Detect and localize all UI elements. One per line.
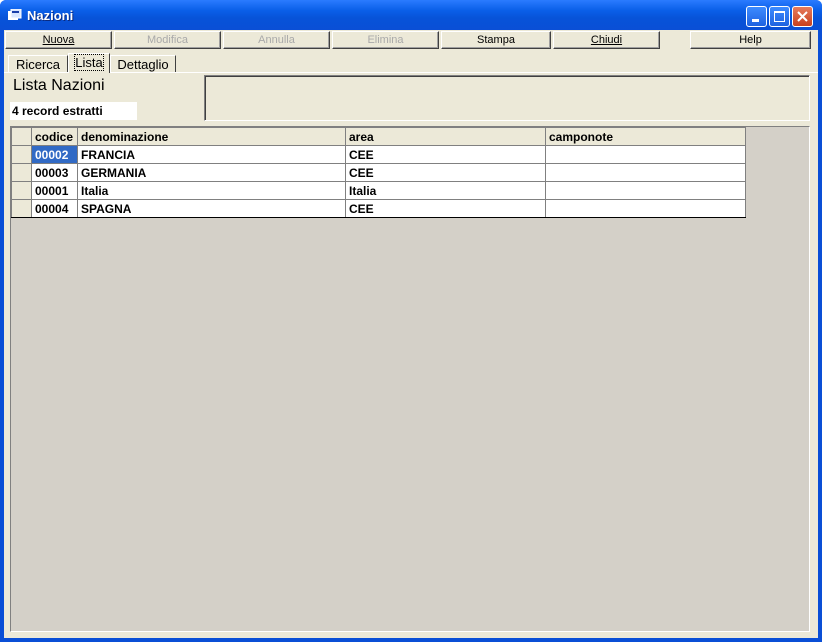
annulla-button[interactable]: Annulla	[223, 31, 330, 49]
minimize-button[interactable]	[746, 6, 767, 27]
row-selector[interactable]	[11, 181, 32, 200]
cell-denominazione[interactable]: GERMANIA	[77, 163, 346, 182]
table-row[interactable]: 00001 Italia Italia	[11, 181, 746, 200]
maximize-icon	[774, 11, 785, 22]
help-button[interactable]: Help	[690, 31, 811, 49]
stampa-button[interactable]: Stampa	[441, 31, 551, 49]
table-row[interactable]: 00004 SPAGNA CEE	[11, 199, 746, 218]
close-button[interactable]	[792, 6, 813, 27]
maximize-button[interactable]	[769, 6, 790, 27]
table-row[interactable]: 00002 FRANCIA CEE	[11, 145, 746, 164]
column-header-denominazione[interactable]: denominazione	[77, 127, 346, 146]
app-icon	[8, 9, 22, 20]
cell-codice[interactable]: 00003	[31, 163, 78, 182]
window-title: Nazioni	[27, 8, 74, 23]
tab-dettaglio[interactable]: Dettaglio	[110, 55, 176, 73]
toolbar: Nuova Modifica Annulla Elimina Stampa Ch…	[4, 30, 818, 50]
cell-denominazione[interactable]: FRANCIA	[77, 145, 346, 164]
title-bar[interactable]: Nazioni	[0, 0, 822, 30]
table-row[interactable]: 00003 GERMANIA CEE	[11, 163, 746, 182]
cell-denominazione[interactable]: Italia	[77, 181, 346, 200]
modifica-button[interactable]: Modifica	[114, 31, 221, 49]
client-area: Nuova Modifica Annulla Elimina Stampa Ch…	[4, 30, 818, 638]
cell-area[interactable]: CEE	[345, 199, 546, 218]
cell-area[interactable]: CEE	[345, 163, 546, 182]
cell-camponote[interactable]	[545, 163, 746, 182]
record-count: 4 record estratti	[10, 102, 137, 120]
column-header-area[interactable]: area	[345, 127, 546, 146]
app-window: Nazioni Nuova Modifica Annulla Elimina S…	[0, 0, 822, 642]
cell-denominazione[interactable]: SPAGNA	[77, 199, 346, 218]
cell-codice[interactable]: 00004	[31, 199, 78, 218]
column-header-camponote[interactable]: camponote	[545, 127, 746, 146]
chiudi-button[interactable]: Chiudi	[553, 31, 660, 49]
row-selector[interactable]	[11, 199, 32, 218]
row-selector[interactable]	[11, 145, 32, 164]
cell-codice[interactable]: 00001	[31, 181, 78, 200]
minimize-icon	[752, 19, 759, 22]
cell-codice[interactable]: 00002	[31, 145, 78, 164]
column-header-codice[interactable]: codice	[31, 127, 78, 146]
tab-divider	[4, 72, 818, 73]
corner-cell[interactable]	[11, 127, 32, 146]
panel-title: Lista Nazioni	[13, 77, 105, 94]
tab-ricerca[interactable]: Ricerca	[8, 55, 68, 73]
cell-camponote[interactable]	[545, 145, 746, 164]
row-selector[interactable]	[11, 163, 32, 182]
tab-strip: Ricerca Lista Dettaglio	[4, 52, 818, 74]
cell-area[interactable]: CEE	[345, 145, 546, 164]
cell-camponote[interactable]	[545, 199, 746, 218]
cell-camponote[interactable]	[545, 181, 746, 200]
cell-area[interactable]: Italia	[345, 181, 546, 200]
close-icon	[797, 11, 808, 22]
info-box	[204, 75, 810, 121]
elimina-button[interactable]: Elimina	[332, 31, 439, 49]
tab-lista[interactable]: Lista	[68, 53, 110, 73]
nuova-button[interactable]: Nuova	[5, 31, 112, 49]
grid-header-row: codice denominazione area camponote	[11, 127, 746, 146]
data-grid[interactable]: codice denominazione area camponote 0000…	[10, 126, 810, 632]
grid-table: codice denominazione area camponote 0000…	[11, 127, 746, 218]
